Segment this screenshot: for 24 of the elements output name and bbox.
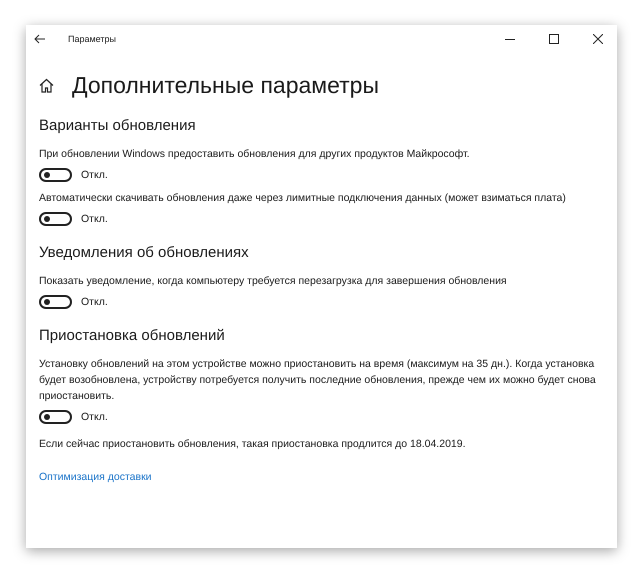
close-icon[interactable] [593,34,603,44]
toggle-switch[interactable] [39,410,72,424]
window-title: Параметры [68,34,116,44]
delivery-optimization-link[interactable]: Оптимизация доставки [39,471,152,483]
maximize-icon[interactable] [549,34,559,44]
pause-note: Если сейчас приостановить обновления, такая приостановка продлится до 18.04.2019. [39,438,467,450]
toggle-switch[interactable] [39,168,72,182]
toggle-switch[interactable] [39,295,72,309]
setting-description: Показать уведомление, когда компьютеру требуется перезагрузка для завершения обновления [39,274,508,289]
toggle-state: Откл. [81,169,108,181]
toggle-switch[interactable] [39,212,72,226]
setting-description: Автоматически скачивать обновления даже через лимитные подключения данных (может взиматься плата) [39,191,567,206]
section-title: Уведомления об обновлениях [39,244,250,261]
toggle-state: Откл. [81,213,108,225]
setting-description: Установку обновлений на этом устройстве можно приостановить на время (максимум на 35 дн.). Когда установка будет возобновлена, устройству потребуется получить последние обновления, прежде чем их можно будет снова приостановить. [39,357,597,404]
page-title: Дополнительные параметры [72,72,379,98]
section-title: Приостановка обновлений [39,327,226,344]
minimize-icon[interactable] [505,38,515,40]
setting-description: При обновлении Windows предоставить обновления для других продуктов Майкрософт. [39,147,471,162]
toggle-state: Откл. [81,411,108,423]
home-icon[interactable] [39,78,54,92]
back-icon[interactable] [34,34,46,44]
toggle-state: Откл. [81,296,108,308]
section-title: Варианты обновления [39,117,197,134]
